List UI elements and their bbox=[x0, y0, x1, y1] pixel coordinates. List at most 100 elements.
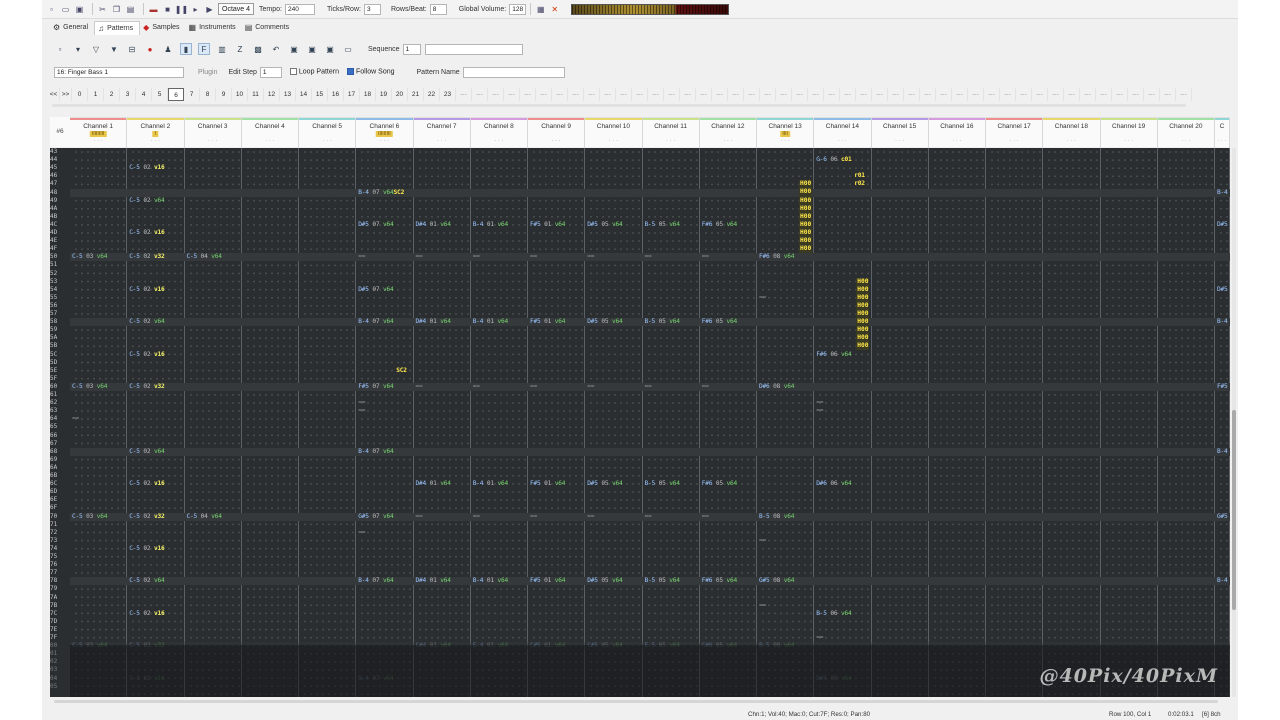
channel-header[interactable]: Channel 14 · · · bbox=[814, 118, 872, 148]
note-off-mark[interactable]: == bbox=[416, 383, 423, 391]
note-off-mark[interactable]: == bbox=[702, 383, 709, 391]
record-icon[interactable]: ● bbox=[144, 43, 156, 55]
pattern-grid[interactable]: 43 44 45 46 47 48 49 4A 4B 4C 4D 4E 4F 50 51 52 53 54 55 56… bbox=[50, 148, 1230, 697]
channel-header[interactable]: Channel 19 · · · bbox=[1100, 118, 1158, 148]
note-off-mark[interactable]: == bbox=[759, 294, 766, 302]
order-item[interactable]: 22 bbox=[424, 87, 440, 101]
order-empty-slot[interactable]: --- bbox=[520, 87, 536, 101]
channel-header[interactable]: Channel 11 · · · bbox=[642, 118, 700, 148]
note-off-mark[interactable]: == bbox=[473, 513, 480, 521]
note-off-mark[interactable]: == bbox=[587, 513, 594, 521]
order-empty-slot[interactable]: --- bbox=[616, 87, 632, 101]
channel-header[interactable]: Channel 8 · · · bbox=[470, 118, 528, 148]
note-event[interactable]: B-4 01 v64 bbox=[473, 577, 508, 585]
note-event[interactable]: F#5 01 v64 bbox=[530, 480, 565, 488]
note-event[interactable]: F#5 01 v64 bbox=[530, 221, 565, 229]
order-empty-slot[interactable]: --- bbox=[584, 87, 600, 101]
channel-header[interactable]: Channel 10 · · · bbox=[585, 118, 643, 148]
note-event[interactable]: F#6 05 v64 bbox=[702, 318, 737, 326]
note-event[interactable]: D#5 05 v64 bbox=[587, 318, 622, 326]
note-event[interactable]: F#5 01 v64 bbox=[530, 577, 565, 585]
channel-column[interactable] bbox=[586, 148, 642, 697]
ticks-field[interactable]: 3 bbox=[363, 3, 381, 15]
note-off-mark[interactable]: == bbox=[72, 415, 79, 423]
stop-icon[interactable]: ■ bbox=[162, 4, 173, 15]
effect-stack[interactable]: H00 H00 H00 H00 H00 H00 H00 H00 H00 bbox=[856, 277, 870, 351]
order-item[interactable]: 6 bbox=[168, 87, 184, 101]
channel-column[interactable] bbox=[1044, 148, 1100, 697]
order-empty-slot[interactable]: --- bbox=[872, 87, 888, 101]
order-nav-back[interactable]: << bbox=[48, 87, 60, 101]
zoom-icon[interactable]: Z bbox=[234, 43, 246, 55]
note-event[interactable]: C-5 04 v64 bbox=[187, 253, 222, 261]
note-off-mark[interactable]: == bbox=[645, 383, 652, 391]
order-empty-slot[interactable]: --- bbox=[1080, 87, 1096, 101]
note-event[interactable]: B-5 08 v64 bbox=[759, 513, 794, 521]
note-event[interactable]: C-5 03 v64 bbox=[72, 253, 107, 261]
order-empty-slot[interactable]: --- bbox=[600, 87, 616, 101]
note-event[interactable]: D#6 08 v64 bbox=[759, 383, 794, 391]
order-item[interactable]: 10 bbox=[232, 87, 248, 101]
note-event[interactable]: C-5 02 v32 bbox=[129, 513, 164, 521]
note-off-mark[interactable]: == bbox=[473, 253, 480, 261]
order-item[interactable]: 7 bbox=[184, 87, 200, 101]
order-empty-slot[interactable]: --- bbox=[936, 87, 952, 101]
sequence-name-field[interactable] bbox=[424, 43, 523, 55]
note-event[interactable]: D#4 01 v64 bbox=[416, 221, 451, 229]
note-off-mark[interactable]: == bbox=[358, 407, 365, 415]
order-empty-slot[interactable]: --- bbox=[760, 87, 776, 101]
note-event[interactable]: F#6 06 v64 bbox=[816, 351, 851, 359]
note-event[interactable]: G#5 08 v64 bbox=[759, 577, 794, 585]
note-off-mark[interactable]: == bbox=[645, 513, 652, 521]
note-event[interactable]: B-4 07 v64SC2 bbox=[358, 189, 404, 197]
channel-column[interactable] bbox=[1216, 148, 1229, 697]
note-off-mark[interactable]: == bbox=[358, 253, 365, 261]
follow-check-box[interactable] bbox=[346, 68, 354, 76]
channel-header[interactable]: Channel 6 IIIIIIIII · · · bbox=[356, 118, 414, 148]
volume-field[interactable]: 128 bbox=[509, 3, 527, 15]
note-event[interactable]: C-5 02 v32 bbox=[129, 383, 164, 391]
scroll-thumb[interactable] bbox=[1232, 410, 1236, 610]
pattern-info-icon[interactable]: ▣ bbox=[324, 43, 336, 55]
new-pattern-icon[interactable]: ▫ bbox=[54, 43, 66, 55]
channel-header[interactable]: Channel 4 · · · bbox=[241, 118, 299, 148]
note-event[interactable]: G#5 bbox=[1217, 513, 1228, 521]
next-pattern-icon[interactable]: ▼ bbox=[108, 43, 120, 55]
channel-column[interactable] bbox=[929, 148, 985, 697]
order-item[interactable]: 15 bbox=[312, 87, 328, 101]
channel-header[interactable]: Channel 9 · · · bbox=[528, 118, 586, 148]
order-nav-forward[interactable]: >> bbox=[60, 87, 72, 101]
channel-header[interactable]: Channel 15 · · · bbox=[871, 118, 929, 148]
effect-stack[interactable]: H00 H00 H00 H00 H00 H00 H00 H00 H00 bbox=[799, 180, 813, 254]
note-off-mark[interactable]: == bbox=[530, 383, 537, 391]
channel-column[interactable] bbox=[643, 148, 699, 697]
note-event[interactable]: D#5 05 v64 bbox=[587, 221, 622, 229]
note-off-mark[interactable]: == bbox=[587, 383, 594, 391]
order-empty-slot[interactable]: --- bbox=[1176, 87, 1192, 101]
order-item[interactable]: 13 bbox=[280, 87, 296, 101]
save-icon[interactable]: ▣ bbox=[74, 4, 85, 15]
order-scrollbar[interactable] bbox=[52, 104, 1186, 107]
note-event[interactable]: D#4 01 v64 bbox=[416, 318, 451, 326]
order-empty-slot[interactable]: --- bbox=[1000, 87, 1016, 101]
order-item[interactable]: 23 bbox=[440, 87, 456, 101]
sequence-field[interactable]: 1 bbox=[402, 43, 421, 55]
order-empty-slot[interactable]: --- bbox=[680, 87, 696, 101]
order-empty-slot[interactable]: --- bbox=[840, 87, 856, 101]
note-event[interactable]: SC2 bbox=[396, 367, 407, 375]
note-event[interactable]: C-5 02 v64 bbox=[129, 318, 164, 326]
order-item[interactable]: 18 bbox=[360, 87, 376, 101]
note-off-mark[interactable]: == bbox=[530, 253, 537, 261]
order-item[interactable]: 2 bbox=[104, 87, 120, 101]
order-item[interactable]: 1 bbox=[88, 87, 104, 101]
order-empty-slot[interactable]: --- bbox=[1160, 87, 1176, 101]
note-event[interactable]: B-4 07 v64 bbox=[358, 448, 393, 456]
order-item[interactable]: 20 bbox=[392, 87, 408, 101]
panic-icon[interactable]: ✕ bbox=[549, 4, 560, 15]
play-song-icon[interactable]: ▶ bbox=[204, 4, 215, 15]
note-off-mark[interactable]: == bbox=[416, 253, 423, 261]
note-event[interactable]: r01 bbox=[854, 172, 865, 180]
order-item[interactable]: 14 bbox=[296, 87, 312, 101]
order-empty-slot[interactable]: --- bbox=[920, 87, 936, 101]
pattern-vertical-scrollbar[interactable] bbox=[1232, 148, 1236, 697]
